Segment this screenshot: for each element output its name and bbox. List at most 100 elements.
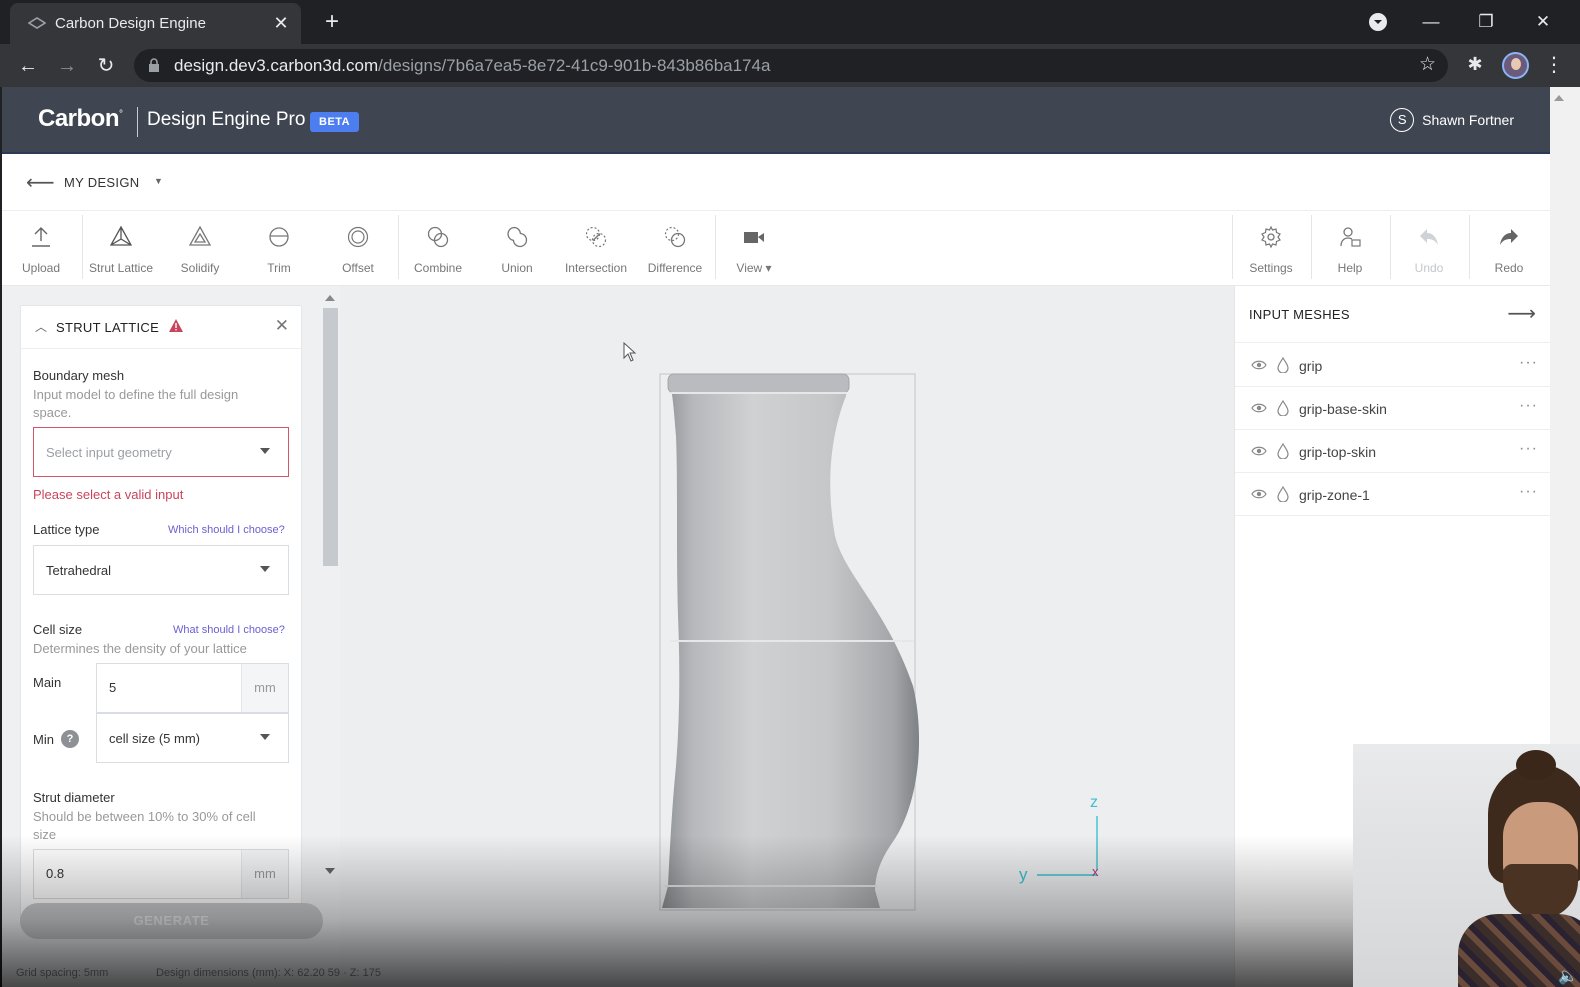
chevron-down-icon[interactable]: ▼: [154, 176, 163, 186]
scroll-up-icon[interactable]: [1554, 95, 1564, 101]
more-options-icon[interactable]: ···: [1519, 440, 1538, 458]
boundary-mesh-select[interactable]: Select input geometry: [33, 427, 289, 477]
tool-label: Redo: [1494, 261, 1524, 275]
design-engine-app: Carbon° Design Engine Pro BETA S Shawn F…: [2, 87, 1550, 987]
solidify-button[interactable]: Solidify: [161, 211, 239, 286]
new-tab-button[interactable]: +: [318, 8, 346, 36]
extensions-puzzle-icon[interactable]: ✱: [1464, 54, 1486, 76]
browser-profile-avatar[interactable]: [1502, 52, 1529, 79]
tool-label: Solidify: [180, 261, 220, 275]
lattice-type-select[interactable]: Tetrahedral: [33, 545, 289, 595]
minimize-button[interactable]: —: [1415, 6, 1447, 38]
mesh-name: grip-zone-1: [1299, 487, 1370, 503]
user-name: Shawn Fortner: [1422, 112, 1514, 128]
forward-icon[interactable]: →: [53, 52, 81, 80]
logo-divider: [137, 107, 138, 137]
close-icon[interactable]: ✕: [275, 316, 289, 336]
tool-label: Union: [501, 261, 533, 275]
chevron-up-icon[interactable]: ︿: [35, 318, 47, 335]
profile-menu-icon[interactable]: [1362, 6, 1394, 38]
back-arrow-icon[interactable]: ⟵: [26, 170, 55, 195]
eye-icon[interactable]: [1251, 401, 1267, 415]
droplet-icon[interactable]: [1277, 357, 1289, 373]
reload-icon[interactable]: ↻: [92, 52, 120, 80]
generate-button[interactable]: GENERATE: [20, 903, 323, 939]
address-bar[interactable]: design.dev3.carbon3d.com/designs/7b6a7ea…: [134, 49, 1448, 82]
offset-button[interactable]: Offset: [319, 211, 397, 286]
strut-diameter-input[interactable]: 0.8 mm: [33, 849, 289, 899]
strut-diameter-help-cont: size: [33, 827, 57, 842]
url-host: design.dev3.carbon3d.com: [174, 56, 379, 75]
scroll-down-icon[interactable]: [325, 868, 335, 874]
eye-icon[interactable]: [1251, 487, 1267, 501]
scroll-thumb[interactable]: [323, 308, 338, 566]
combine-button[interactable]: Combine: [399, 211, 477, 286]
model-render: [659, 373, 1098, 911]
presenter-bun: [1516, 750, 1556, 780]
browser-tab[interactable]: Carbon Design Engine ✕: [10, 3, 301, 44]
user-menu[interactable]: S Shawn Fortner: [1390, 108, 1514, 132]
browser-menu-icon[interactable]: ⋮: [1544, 54, 1564, 76]
restore-button[interactable]: ❐: [1470, 6, 1502, 38]
upload-button[interactable]: Upload: [2, 211, 80, 286]
lattice-type-label: Lattice type: [33, 522, 100, 537]
back-icon[interactable]: ←: [14, 52, 42, 80]
scroll-up-icon[interactable]: [325, 295, 335, 301]
cell-size-help-link[interactable]: What should I choose?: [173, 624, 285, 636]
more-options-icon[interactable]: ···: [1519, 483, 1538, 501]
help-person-icon: [1340, 227, 1361, 247]
chevron-down-circle-icon: [1369, 13, 1387, 31]
card-header: ︿ STRUT LATTICE ✕: [21, 306, 301, 349]
intersection-button[interactable]: Intersection: [557, 211, 635, 286]
3d-viewport[interactable]: z y x: [340, 286, 1234, 987]
speaker-icon[interactable]: 🔈: [1558, 966, 1578, 986]
droplet-icon[interactable]: [1277, 400, 1289, 416]
settings-button[interactable]: Settings: [1232, 211, 1310, 286]
breadcrumb: ⟵ MY DESIGN ▼: [2, 154, 1550, 211]
logo-text: Carbon: [38, 105, 120, 132]
eye-icon[interactable]: [1251, 358, 1267, 372]
more-options-icon[interactable]: ···: [1519, 397, 1538, 415]
window-close-button[interactable]: ✕: [1527, 6, 1559, 38]
cell-size-label: Cell size: [33, 622, 83, 637]
select-value: cell size (5 mm): [109, 731, 201, 746]
axis-z-label: z: [1090, 794, 1098, 811]
trim-icon: [269, 227, 289, 247]
more-options-icon[interactable]: ···: [1519, 354, 1538, 372]
grip-top-skin: [667, 373, 850, 394]
bookmark-star-icon[interactable]: ☆: [1419, 54, 1436, 76]
main-toolbar: Upload Strut Lattice Solidify Trim Offse…: [2, 211, 1550, 286]
lattice-type-help-link[interactable]: Which should I choose?: [168, 524, 285, 536]
difference-button[interactable]: Difference: [636, 211, 714, 286]
strut-lattice-button[interactable]: Strut Lattice: [82, 211, 160, 286]
eye-icon[interactable]: [1251, 444, 1267, 458]
collapse-arrow-icon[interactable]: ⟶: [1507, 301, 1536, 326]
camera-icon: [744, 232, 764, 243]
help-button[interactable]: Help: [1311, 211, 1389, 286]
select-placeholder: Select input geometry: [46, 445, 172, 460]
help-circle-icon[interactable]: ?: [61, 730, 79, 748]
main-size-input[interactable]: 5 mm: [96, 663, 289, 713]
carbon-favicon-icon: [28, 17, 46, 29]
list-item[interactable]: grip-zone-1 ···: [1235, 473, 1550, 516]
tab-close-icon[interactable]: ✕: [269, 11, 293, 35]
design-name[interactable]: MY DESIGN: [64, 175, 139, 190]
list-item[interactable]: grip-base-skin ···: [1235, 387, 1550, 430]
list-item[interactable]: grip ···: [1235, 344, 1550, 387]
redo-button[interactable]: Redo: [1470, 211, 1548, 286]
trim-button[interactable]: Trim: [240, 211, 318, 286]
union-button[interactable]: Union: [478, 211, 556, 286]
undo-button[interactable]: Undo: [1390, 211, 1468, 286]
droplet-icon[interactable]: [1277, 486, 1289, 502]
caret-down-icon: [260, 734, 270, 740]
list-item[interactable]: grip-top-skin ···: [1235, 430, 1550, 473]
carbon-logo[interactable]: Carbon°: [38, 105, 123, 133]
min-size-select[interactable]: cell size (5 mm): [96, 713, 289, 763]
droplet-icon[interactable]: [1277, 443, 1289, 459]
panel-scrollbar[interactable]: [321, 292, 338, 878]
webcam-overlay: 🔈: [1353, 744, 1580, 987]
tool-label: Offset: [342, 261, 374, 275]
tool-label: Settings: [1249, 261, 1293, 275]
grid-spacing-text: Grid spacing: 5mm: [16, 967, 109, 979]
view-dropdown-button[interactable]: View ▾: [715, 211, 793, 286]
